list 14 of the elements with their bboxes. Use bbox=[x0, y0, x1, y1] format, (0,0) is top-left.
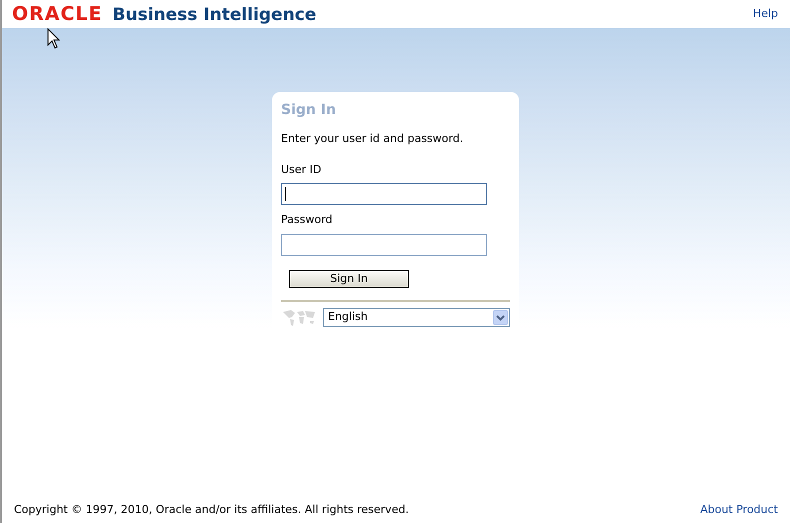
input-field[interactable] bbox=[281, 183, 487, 205]
sign-in-button[interactable]: Sign In bbox=[289, 270, 409, 288]
help-link[interactable]: Help bbox=[752, 6, 778, 22]
logo: ORACLE bbox=[12, 2, 103, 27]
product-name: Business Intelligence bbox=[112, 4, 316, 27]
panel-title: Sign In bbox=[281, 101, 337, 120]
language-dropdown[interactable]: English bbox=[323, 308, 510, 327]
about-product-link[interactable]: About Product bbox=[700, 502, 778, 518]
copyright-text: Copyright © 1997, 2010, Oracle and/or its affiliates. All rights reserved. bbox=[14, 502, 409, 518]
input-field[interactable] bbox=[281, 234, 487, 256]
instructions-text: Enter your user id and password. bbox=[281, 131, 464, 147]
field-label: Password bbox=[281, 212, 334, 228]
field-label: User ID bbox=[281, 162, 322, 178]
world-map-icon bbox=[281, 308, 317, 328]
